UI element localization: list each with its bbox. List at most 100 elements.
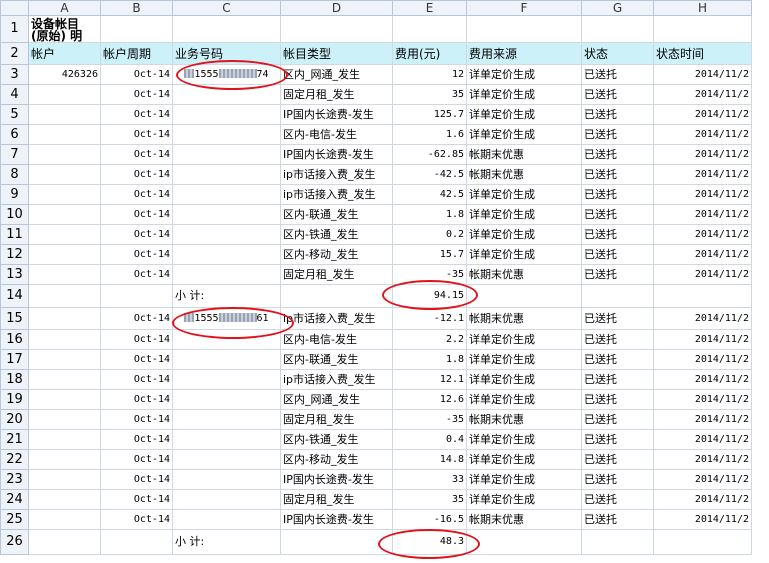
fee-source-cell[interactable]: 帐期末优惠 xyxy=(466,409,582,430)
account-cell[interactable] xyxy=(28,204,101,225)
account-cell[interactable] xyxy=(28,469,101,490)
item-type-cell[interactable]: 区内-电信-发生 xyxy=(280,329,393,350)
fee-source-cell[interactable]: 详单定价生成 xyxy=(466,369,582,390)
cell[interactable] xyxy=(28,284,101,308)
service-number-cell[interactable] xyxy=(172,184,281,205)
header-cycle[interactable]: 帐户周期 xyxy=(100,42,173,65)
cycle-cell[interactable]: Oct-14 xyxy=(100,84,173,105)
item-type-cell[interactable]: 区内-联通_发生 xyxy=(280,349,393,370)
item-type-cell[interactable]: 区内_网通_发生 xyxy=(280,64,393,85)
account-cell[interactable] xyxy=(28,184,101,205)
item-type-cell[interactable]: IP国内长途费-发生 xyxy=(280,144,393,165)
column-header[interactable]: C xyxy=(172,0,281,16)
status-cell[interactable]: 已送托 xyxy=(581,489,654,510)
account-cell[interactable] xyxy=(28,349,101,370)
fee-source-cell[interactable]: 详单定价生成 xyxy=(466,389,582,410)
account-cell[interactable] xyxy=(28,144,101,165)
row-header[interactable]: 12 xyxy=(0,244,29,265)
service-number-cell[interactable] xyxy=(172,389,281,410)
item-type-cell[interactable]: 区内-电信-发生 xyxy=(280,124,393,145)
fee-source-cell[interactable]: 详单定价生成 xyxy=(466,469,582,490)
status-time-cell[interactable]: 2014/11/2 xyxy=(653,389,752,410)
cycle-cell[interactable]: Oct-14 xyxy=(100,449,173,470)
column-header[interactable]: A xyxy=(28,0,101,16)
row-header[interactable]: 26 xyxy=(0,529,29,555)
fee-cell[interactable]: 1.8 xyxy=(392,349,467,370)
fee-cell[interactable]: -16.5 xyxy=(392,509,467,530)
cell[interactable] xyxy=(28,529,101,555)
status-time-cell[interactable]: 2014/11/2 xyxy=(653,264,752,285)
fee-cell[interactable]: 35 xyxy=(392,84,467,105)
row-header[interactable]: 9 xyxy=(0,184,29,205)
cell[interactable] xyxy=(172,15,281,43)
status-cell[interactable]: 已送托 xyxy=(581,204,654,225)
subtotal-label[interactable]: 小 计: xyxy=(172,529,281,555)
cycle-cell[interactable]: Oct-14 xyxy=(100,349,173,370)
row-header[interactable]: 24 xyxy=(0,489,29,510)
subtotal-value[interactable]: 48.3 xyxy=(392,529,467,555)
account-cell[interactable] xyxy=(28,389,101,410)
account-cell[interactable] xyxy=(28,124,101,145)
status-cell[interactable]: 已送托 xyxy=(581,264,654,285)
cell[interactable] xyxy=(581,284,654,308)
service-number-cell[interactable] xyxy=(172,164,281,185)
cell[interactable] xyxy=(653,15,752,43)
row-header[interactable]: 19 xyxy=(0,389,29,410)
row-header[interactable]: 21 xyxy=(0,429,29,450)
fee-cell[interactable]: 12.6 xyxy=(392,389,467,410)
service-number-cell[interactable] xyxy=(172,349,281,370)
fee-source-cell[interactable]: 帐期末优惠 xyxy=(466,307,582,330)
status-time-cell[interactable]: 2014/11/2 xyxy=(653,144,752,165)
service-number-cell[interactable] xyxy=(172,469,281,490)
cycle-cell[interactable]: Oct-14 xyxy=(100,369,173,390)
account-cell[interactable] xyxy=(28,264,101,285)
item-type-cell[interactable]: ip市话接入费_发生 xyxy=(280,369,393,390)
fee-cell[interactable]: 15.7 xyxy=(392,244,467,265)
status-time-cell[interactable]: 2014/11/2 xyxy=(653,244,752,265)
cycle-cell[interactable]: Oct-14 xyxy=(100,429,173,450)
service-number-cell[interactable] xyxy=(172,144,281,165)
account-cell[interactable] xyxy=(28,449,101,470)
status-time-cell[interactable]: 2014/11/2 xyxy=(653,204,752,225)
cycle-cell[interactable]: Oct-14 xyxy=(100,64,173,85)
status-time-cell[interactable]: 2014/11/2 xyxy=(653,184,752,205)
row-header[interactable]: 6 xyxy=(0,124,29,145)
status-cell[interactable]: 已送托 xyxy=(581,369,654,390)
status-cell[interactable]: 已送托 xyxy=(581,429,654,450)
row-header[interactable]: 2 xyxy=(0,42,29,65)
cell[interactable] xyxy=(100,529,173,555)
cell[interactable] xyxy=(280,15,393,43)
item-type-cell[interactable]: ip市话接入费_发生 xyxy=(280,307,393,330)
status-time-cell[interactable]: 2014/11/2 xyxy=(653,489,752,510)
service-number-cell[interactable] xyxy=(172,264,281,285)
status-time-cell[interactable]: 2014/11/2 xyxy=(653,224,752,245)
cycle-cell[interactable]: Oct-14 xyxy=(100,184,173,205)
column-header[interactable]: B xyxy=(100,0,173,16)
item-type-cell[interactable]: IP国内长途费-发生 xyxy=(280,509,393,530)
status-time-cell[interactable]: 2014/11/2 xyxy=(653,164,752,185)
cell[interactable] xyxy=(280,529,393,555)
row-header[interactable]: 7 xyxy=(0,144,29,165)
fee-source-cell[interactable]: 帐期末优惠 xyxy=(466,144,582,165)
row-header[interactable]: 22 xyxy=(0,449,29,470)
cycle-cell[interactable]: Oct-14 xyxy=(100,104,173,125)
status-cell[interactable]: 已送托 xyxy=(581,124,654,145)
service-number-cell[interactable] xyxy=(172,509,281,530)
status-time-cell[interactable]: 2014/11/2 xyxy=(653,64,752,85)
item-type-cell[interactable]: 固定月租_发生 xyxy=(280,264,393,285)
row-header[interactable]: 5 xyxy=(0,104,29,125)
cycle-cell[interactable]: Oct-14 xyxy=(100,124,173,145)
account-cell[interactable] xyxy=(28,104,101,125)
header-item-type[interactable]: 帐目类型 xyxy=(280,42,393,65)
cycle-cell[interactable]: Oct-14 xyxy=(100,224,173,245)
cell[interactable] xyxy=(466,284,582,308)
fee-cell[interactable]: 125.7 xyxy=(392,104,467,125)
row-header[interactable]: 17 xyxy=(0,349,29,370)
cycle-cell[interactable]: Oct-14 xyxy=(100,144,173,165)
cycle-cell[interactable]: Oct-14 xyxy=(100,329,173,350)
service-number-cell[interactable] xyxy=(172,224,281,245)
fee-source-cell[interactable]: 详单定价生成 xyxy=(466,184,582,205)
fee-source-cell[interactable]: 详单定价生成 xyxy=(466,449,582,470)
cell[interactable] xyxy=(653,284,752,308)
select-all-corner[interactable] xyxy=(0,0,29,16)
